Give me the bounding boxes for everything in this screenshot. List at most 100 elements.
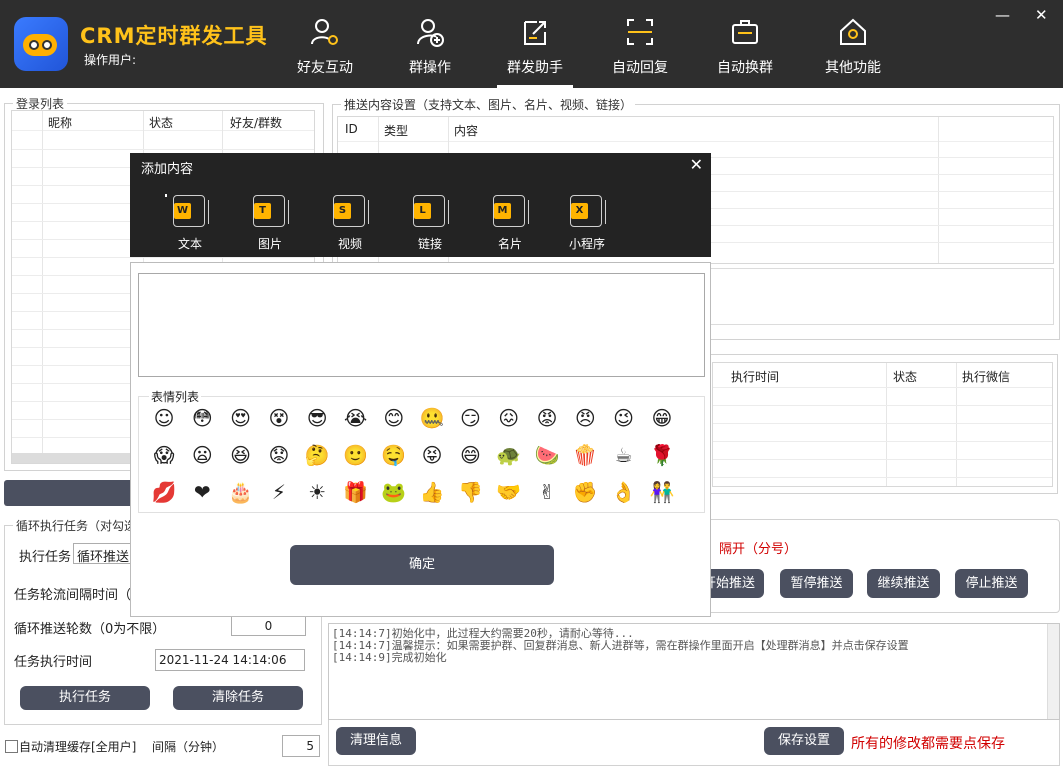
stop-push-button[interactable]: 停止推送: [955, 569, 1028, 598]
exec-task-select[interactable]: 循环推送内: [73, 543, 133, 564]
emoji-item[interactable]: ✊: [568, 477, 602, 507]
tool-badge: W: [174, 203, 191, 219]
pause-push-button[interactable]: 暂停推送: [780, 569, 853, 598]
emoji-item[interactable]: 😁: [645, 403, 679, 433]
emoji-item[interactable]: 💋: [147, 477, 181, 507]
column-exec-time[interactable]: 执行时间: [731, 368, 779, 385]
tool-badge: S: [334, 203, 351, 219]
emoji-item[interactable]: 👫: [645, 477, 679, 507]
add-content-dialog-body: 表情列表 ☺ 😳 😍 😵 😎 😭 😊 🤐 😏 😖 😡 😠 😉 😁 😱 😦 😆 😟 🤔 🙂 🤤 😝 😄 🐢 🍉 🍿 ☕ 🌹 💋 ❤ 🎂 ⚡ ☀ 🎁 🐸…: [130, 262, 711, 617]
tool-badge: T: [254, 203, 271, 219]
emoji-item[interactable]: 🎂: [224, 477, 258, 507]
emoji-item[interactable]: 😍: [224, 403, 258, 433]
nav-auto-switch-group[interactable]: 自动换群: [695, 0, 795, 88]
emoji-item[interactable]: 😟: [262, 440, 296, 470]
resume-push-button[interactable]: 继续推送: [867, 569, 940, 598]
auto-clean-interval-input[interactable]: 5: [282, 735, 320, 757]
log-line: [14:14:9]完成初始化: [332, 651, 447, 664]
tool-label: 链接: [417, 237, 442, 251]
send-document-icon: [524, 21, 546, 45]
tool-label: 图片: [257, 237, 282, 251]
emoji-item[interactable]: 👎: [453, 477, 487, 507]
auto-clean-checkbox[interactable]: [5, 740, 18, 753]
emoji-item[interactable]: 😖: [492, 403, 526, 433]
clear-log-button[interactable]: 清理信息: [336, 727, 416, 755]
emoji-item[interactable]: 😱: [147, 440, 181, 470]
column-friends-groups[interactable]: 好友/群数: [230, 114, 282, 131]
emoji-item[interactable]: ☕: [607, 440, 641, 470]
save-hint: 所有的修改都需要点保存: [851, 736, 1005, 752]
emoji-item[interactable]: 🐢: [492, 440, 526, 470]
column-content[interactable]: 内容: [454, 122, 478, 139]
loop-task-title: 循环执行任务（对勾选: [13, 517, 140, 534]
emoji-item[interactable]: 😏: [453, 403, 487, 433]
emoji-item[interactable]: 😝: [415, 440, 449, 470]
emoji-item[interactable]: 🤤: [377, 440, 411, 470]
nav-friend-interaction[interactable]: 好友互动: [275, 0, 375, 88]
run-task-button[interactable]: 执行任务: [20, 686, 150, 710]
home-gear-icon: [840, 18, 866, 45]
close-window-button[interactable]: ✕: [1035, 8, 1048, 23]
column-nickname[interactable]: 昵称: [48, 114, 72, 131]
emoji-item[interactable]: 🎁: [339, 477, 373, 507]
emoji-item[interactable]: ⚡: [262, 477, 296, 507]
nav-auto-reply[interactable]: 自动回复: [590, 0, 690, 88]
loop-rounds-input[interactable]: 0: [231, 616, 306, 636]
emoji-item[interactable]: 🌹: [645, 440, 679, 470]
emoji-item[interactable]: 😵: [262, 403, 296, 433]
minimize-button[interactable]: —: [995, 8, 1010, 23]
emoji-item[interactable]: 😉: [607, 403, 641, 433]
emoji-item[interactable]: 🍉: [530, 440, 564, 470]
exec-time-picker[interactable]: 2021-11-24 14:14:06: [155, 649, 305, 671]
emoji-item[interactable]: 🤔: [300, 440, 334, 470]
column-exec-wechat[interactable]: 执行微信: [962, 368, 1010, 385]
column-exec-status[interactable]: 状态: [893, 368, 917, 385]
emoji-item[interactable]: 😎: [300, 403, 334, 433]
exec-task-label: 执行任务: [19, 550, 72, 565]
log-area[interactable]: [14:14:7]初始化中，此过程大约需要20秒，请耐心等待... [14:14…: [328, 623, 1060, 720]
clear-task-button[interactable]: 清除任务: [173, 686, 303, 710]
emoji-item[interactable]: 👌: [607, 477, 641, 507]
emoji-item[interactable]: ✌: [530, 477, 564, 507]
tool-badge: M: [494, 203, 511, 219]
emoji-item[interactable]: 🍿: [568, 440, 602, 470]
emoji-item[interactable]: 🙂: [339, 440, 373, 470]
emoji-item[interactable]: 🤝: [492, 477, 526, 507]
emoji-item[interactable]: 🤐: [415, 403, 449, 433]
scan-reply-icon: [627, 19, 653, 45]
save-settings-button[interactable]: 保存设置: [764, 727, 844, 755]
emoji-item[interactable]: 😆: [224, 440, 258, 470]
emoji-item[interactable]: 😡: [530, 403, 564, 433]
emoji-item[interactable]: 🐸: [377, 477, 411, 507]
emoji-item[interactable]: 😊: [377, 403, 411, 433]
tool-label: 视频: [337, 237, 362, 251]
auto-clean-interval-label: 间隔（分钟）: [152, 740, 225, 754]
nav-other-functions[interactable]: 其他功能: [803, 0, 903, 88]
column-status[interactable]: 状态: [149, 114, 173, 131]
execution-header: 执行时间 状态 执行微信: [713, 363, 1052, 387]
tool-label: 文本: [177, 237, 202, 251]
emoji-item[interactable]: ☀: [300, 477, 334, 507]
nav-group-operation[interactable]: 群操作: [380, 0, 480, 88]
emoji-item[interactable]: 😠: [568, 403, 602, 433]
emoji-item[interactable]: 😦: [185, 440, 219, 470]
log-scrollbar[interactable]: [1047, 624, 1059, 719]
dialog-close-button[interactable]: ✕: [690, 157, 703, 173]
emoji-item[interactable]: 😄: [453, 440, 487, 470]
dialog-title: 添加内容: [141, 162, 194, 177]
confirm-button[interactable]: 确定: [290, 545, 554, 585]
emoji-item[interactable]: ☺: [147, 403, 181, 433]
column-id[interactable]: ID: [345, 122, 358, 136]
nav-label: 其他功能: [825, 60, 881, 76]
emoji-item[interactable]: 😭: [339, 403, 373, 433]
emoji-item[interactable]: 👍: [415, 477, 449, 507]
content-text-input[interactable]: [138, 273, 705, 377]
execution-table[interactable]: 执行时间 状态 执行微信: [712, 362, 1053, 487]
emoji-item[interactable]: ❤: [185, 477, 219, 507]
emoji-item[interactable]: 😳: [185, 403, 219, 433]
nav-label: 群操作: [409, 60, 451, 76]
column-type[interactable]: 类型: [384, 122, 408, 139]
emoji-list-group: 表情列表 ☺ 😳 😍 😵 😎 😭 😊 🤐 😏 😖 😡 😠 😉 😁 😱 😦 😆 😟 🤔 🙂 🤤 😝 😄 🐢 🍉 🍿 ☕ 🌹 💋 ❤ 🎂 ⚡ ☀ 🎁 🐸…: [138, 388, 705, 513]
operator-label: 操作用户:: [84, 53, 137, 67]
nav-mass-send-assistant[interactable]: 群发助手: [485, 0, 585, 88]
